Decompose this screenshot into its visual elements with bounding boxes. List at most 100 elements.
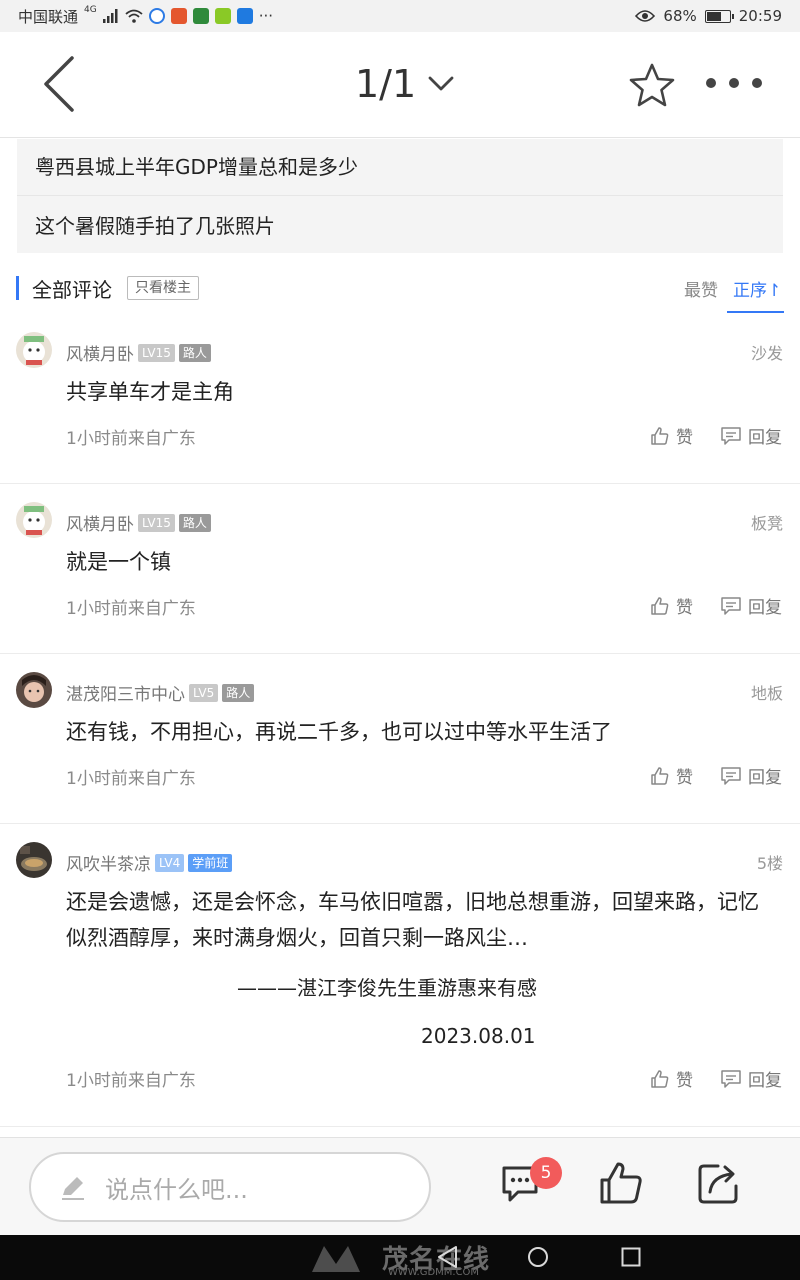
floor-label: 板凳 [750,514,783,533]
floor-label: 地板 [750,684,783,703]
comment-item: 湛茂阳三市中心 LV5 路人 地板 还有钱，不用担心，再说二千多，也可以过中等水… [0,654,800,824]
like-button[interactable]: 赞 [650,423,693,448]
related-topic-link[interactable]: 这个暑假随手拍了几张照片 [17,195,783,253]
like-label: 赞 [676,1071,693,1091]
comments-title: 全部评论 [32,278,112,302]
reply-bubble-icon [721,766,741,785]
username: 风吹半茶凉 [66,855,151,875]
username: 风横月卧 [66,515,134,535]
comment-signature: ———湛江李俊先生重游惠来有感 [237,976,537,1000]
avatar[interactable] [16,332,52,368]
comment-text: 还是会遗憾，还是会怀念，车马依旧喧嚣，旧地总想重游，回望来路，记忆似烈酒醇厚，来… [66,890,759,950]
comment-date: 2023.08.01 [421,1024,536,1048]
app-notification-icon [148,8,165,24]
comment-text: 就是一个镇 [66,550,171,574]
comment-count-badge: 5 [530,1157,562,1189]
reply-bubble-icon [721,596,741,615]
comment-item: 风横月卧 LV15 路人 板凳 就是一个镇 1小时前来自广东 赞 回复 [0,484,800,654]
system-nav-bar: 茂名在线 WWW.GDMM.COM [0,1235,800,1280]
app-notification-icon [236,8,253,24]
comment-author[interactable]: 湛茂阳三市中心 LV5 路人 [66,680,255,705]
sort-chronological[interactable]: 正序↾ [733,276,781,301]
username: 湛茂阳三市中心 [66,685,185,705]
thumbs-up-icon [651,766,669,785]
reply-bubble-icon [721,1069,741,1088]
reply-label: 回复 [748,1071,782,1091]
rank-badge: 学前班 [188,853,233,872]
back-triangle-icon[interactable] [436,1245,458,1269]
page-selector[interactable]: 1/1 [355,62,454,106]
reply-button[interactable]: 回复 [720,763,782,788]
floor-label: 5楼 [756,854,783,873]
back-button[interactable] [34,54,84,114]
top-nav: 1/1 [0,32,800,138]
level-badge: LV15 [138,513,175,532]
comment-input-placeholder: 说点什么吧... [105,1175,248,1204]
battery-percent: 68% [663,7,697,25]
battery-icon [704,9,734,23]
comment-author[interactable]: 风吹半茶凉 LV4 学前班 [66,850,233,875]
comments-header: 全部评论 只看楼主 最赞 正序↾ [0,268,800,314]
wifi-icon [125,9,143,23]
reply-button[interactable]: 回复 [720,1066,782,1091]
related-topics: 粤西县城上半年GDP增量总和是多少 这个暑假随手拍了几张照片 [17,139,783,253]
like-label: 赞 [676,428,693,448]
related-topic-link[interactable]: 粤西县城上半年GDP增量总和是多少 [17,139,783,195]
rank-badge: 路人 [178,513,211,532]
comment-text: 共享单车才是主角 [66,380,234,404]
reply-label: 回复 [748,768,782,788]
clock: 20:59 [738,7,782,25]
floor-label: 沙发 [750,344,783,363]
like-post-button[interactable] [598,1160,644,1210]
favorite-button[interactable] [628,62,676,110]
rank-badge: 路人 [178,343,211,362]
comment-meta: 1小时前来自广东 [66,429,196,449]
avatar[interactable] [16,502,52,538]
avatar[interactable] [16,672,52,708]
reply-label: 回复 [748,598,782,618]
reply-button[interactable]: 回复 [720,593,782,618]
comment-input[interactable]: 说点什么吧... [29,1152,431,1222]
comment-text: 还有钱，不用担心，再说二千多，也可以过中等水平生活了 [66,720,612,744]
like-button[interactable]: 赞 [650,763,693,788]
chevron-down-icon [428,76,454,91]
signal-icon [102,9,118,23]
home-circle-icon[interactable] [527,1246,549,1268]
comment-meta: 1小时前来自广东 [66,769,196,789]
like-button[interactable]: 赞 [650,1066,693,1091]
carrier-label: 中国联通 [18,7,79,26]
bottom-action-bar: 说点什么吧... 5 [0,1137,800,1235]
sort-most-liked[interactable]: 最赞 [684,276,718,301]
network-label: 4G [84,5,97,15]
app-notification-icon [170,8,187,24]
reply-bubble-icon [721,426,741,445]
watermark-logo-icon [312,1245,360,1272]
dot-icon [729,78,739,88]
owner-only-toggle[interactable]: 只看楼主 [127,276,199,300]
dot-icon [752,78,762,88]
comment-author[interactable]: 风横月卧 LV15 路人 [66,340,211,365]
avatar[interactable] [16,842,52,878]
comment-item: 风吹半茶凉 LV4 学前班 5楼 还是会遗憾，还是会怀念，车马依旧喧嚣，旧地总想… [0,824,800,1127]
comment-author[interactable]: 风横月卧 LV15 路人 [66,510,211,535]
status-bar: 中国联通 4G ··· 68% 20:59 [0,0,800,32]
like-label: 赞 [676,768,693,788]
like-button[interactable]: 赞 [650,593,693,618]
more-options-button[interactable] [706,76,762,90]
recents-square-icon[interactable] [621,1247,641,1267]
watermark: 茂名在线 WWW.GDMM.COM [310,1239,490,1278]
pencil-icon [62,1177,84,1200]
reply-button[interactable]: 回复 [720,423,782,448]
star-icon [629,63,675,107]
comment-meta: 1小时前来自广东 [66,1071,196,1091]
share-button[interactable] [696,1160,742,1210]
thumbs-up-icon [600,1162,642,1204]
thumbs-up-icon [651,426,669,445]
back-arrow-icon [44,56,74,112]
level-badge: LV5 [189,683,219,702]
section-accent-bar [16,276,19,300]
app-notification-icon [192,8,209,24]
app-notification-icon [214,8,231,24]
thumbs-up-icon [651,1069,669,1088]
level-badge: LV4 [155,853,185,872]
